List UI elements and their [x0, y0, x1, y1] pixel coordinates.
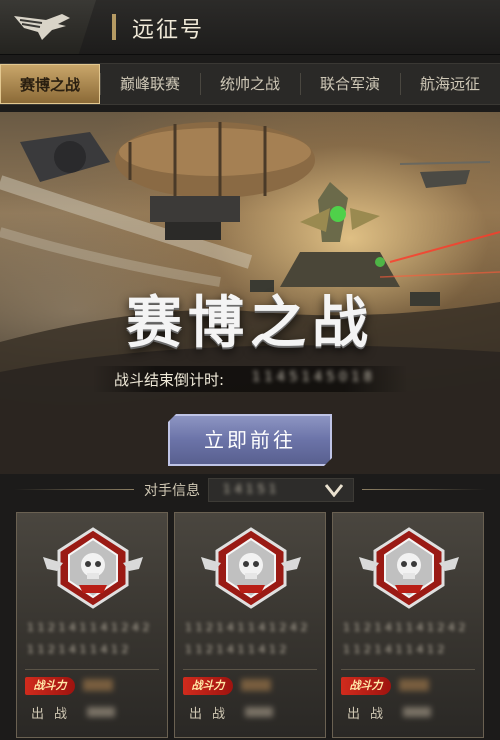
opponent-card[interactable]: 1 1 2 1 4 1 1 4 1 2 4 2 1 1 2 1 4 1 1 4 … [332, 512, 484, 738]
deploy-value [87, 707, 115, 717]
countdown-bar: 战斗结束倒计时: 1 1 4 5 1 4 5 0 1 8 [92, 366, 408, 392]
skull-rank-emblem-icon [201, 527, 301, 609]
combat-power-value [241, 679, 271, 691]
chevron-down-icon [325, 484, 343, 497]
skull-rank-emblem-icon [359, 527, 459, 609]
opponent-guild: 1 1 2 1 4 1 1 4 1 2 [185, 643, 287, 656]
combat-power-value [83, 679, 113, 691]
tab-peak-league[interactable]: 巅峰联赛 [100, 64, 200, 104]
skull-rank-emblem-icon [43, 527, 143, 609]
opponent-card[interactable]: 1 1 2 1 4 1 1 4 1 2 4 2 1 1 2 1 4 1 1 4 … [16, 512, 168, 738]
deploy-label: 出战 [189, 707, 236, 722]
divider-left [14, 489, 134, 490]
title-separator [112, 14, 116, 40]
go-now-button[interactable]: 立即前往 [168, 414, 332, 466]
page-title: 远征号 [132, 18, 205, 43]
opponent-name: 1 1 2 1 4 1 1 4 1 2 4 2 [185, 621, 308, 634]
opponent-guild: 1 1 2 1 4 1 1 4 1 2 [27, 643, 129, 656]
header-bar: 远征号 [0, 0, 500, 55]
opponent-select[interactable]: 1 4 1 5 1 [208, 478, 354, 502]
opponent-info-label: 对手信息 [144, 483, 200, 499]
countdown-value: 1 1 4 5 1 4 5 0 1 8 [252, 370, 372, 385]
event-title: 赛博之战 [126, 291, 374, 356]
combat-power-badge: 战斗力 [341, 677, 391, 695]
countdown-label: 战斗结束倒计时: [114, 371, 225, 389]
combat-power-value [399, 679, 429, 691]
back-button[interactable] [0, 0, 96, 54]
tab-cyber-war[interactable]: 赛博之战 [0, 64, 100, 104]
opponent-name: 1 1 2 1 4 1 1 4 1 2 4 2 [343, 621, 466, 634]
tab-joint-exercise[interactable]: 联合军演 [300, 64, 400, 104]
tab-sea-expedition[interactable]: 航海远征 [400, 64, 500, 104]
opponent-guild: 1 1 2 1 4 1 1 4 1 2 [343, 643, 445, 656]
deploy-label: 出战 [347, 707, 394, 722]
card-divider [183, 669, 317, 670]
wing-logo-icon [14, 14, 70, 40]
combat-power-badge: 战斗力 [183, 677, 233, 695]
deploy-value [245, 707, 273, 717]
divider-right [362, 489, 486, 490]
card-divider [341, 669, 475, 670]
tab-commander-war[interactable]: 统帅之战 [200, 64, 300, 104]
card-divider [25, 669, 159, 670]
opponent-name: 1 1 2 1 4 1 1 4 1 2 4 2 [27, 621, 150, 634]
combat-power-badge: 战斗力 [25, 677, 75, 695]
tab-bar: 赛博之战 巅峰联赛 统帅之战 联合军演 航海远征 [0, 63, 500, 105]
deploy-label: 出战 [31, 707, 78, 722]
deploy-value [403, 707, 431, 717]
opponent-info-row: 对手信息 1 4 1 5 1 [0, 478, 500, 502]
opponent-card[interactable]: 1 1 2 1 4 1 1 4 1 2 4 2 1 1 2 1 4 1 1 4 … [174, 512, 326, 738]
opponent-select-value: 1 4 1 5 1 [223, 482, 277, 496]
